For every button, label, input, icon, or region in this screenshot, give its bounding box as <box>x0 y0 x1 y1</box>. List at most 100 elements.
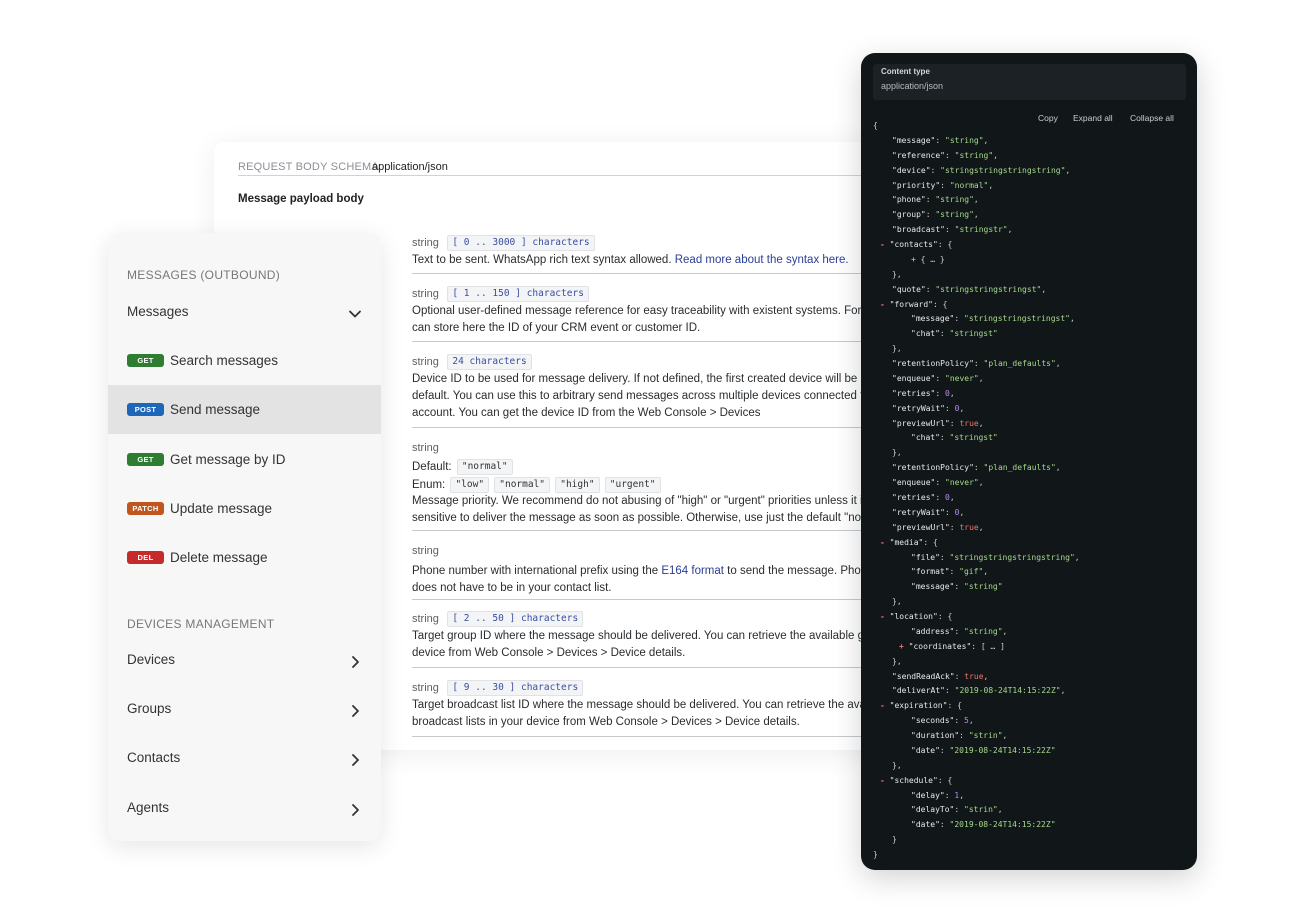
expand-toggle-icon[interactable]: + <box>899 642 909 651</box>
endpoint-label: Delete message <box>170 550 268 565</box>
json-line: "file": "stringstringstringstring", <box>911 552 1080 564</box>
json-colon: : <box>954 716 964 726</box>
json-key: "enqueue" <box>892 373 936 383</box>
json-comma: , <box>993 150 998 160</box>
payload-title: Message payload body <box>238 193 364 205</box>
description-line: does not have to be in your contact list… <box>412 582 612 594</box>
collapse-toggle-icon[interactable]: - <box>880 300 890 309</box>
collapse-toggle-icon[interactable]: - <box>880 240 890 249</box>
json-colon: : <box>939 329 950 339</box>
collapse-all-button[interactable]: Collapse all <box>1130 113 1174 123</box>
json-value: true <box>959 418 979 428</box>
endpoint-search-messages[interactable]: GET Search messages <box>108 336 381 385</box>
json-key: "message" <box>911 314 955 324</box>
json-value: { <box>947 775 953 785</box>
e164-format-link[interactable]: E164 format <box>661 565 724 577</box>
expand-all-button[interactable]: Expand all <box>1073 113 1113 123</box>
json-line: "previewUrl": true, <box>892 522 984 534</box>
json-colon: : <box>954 671 965 681</box>
chevron-right-icon <box>352 804 359 816</box>
collapse-toggle-icon[interactable]: - <box>880 776 890 785</box>
json-line[interactable]: - "contacts": { <box>880 239 952 251</box>
json-line[interactable]: - "forward": { <box>880 299 947 311</box>
sidebar-item-contacts[interactable]: Contacts <box>127 750 363 770</box>
json-colon: : <box>925 210 936 220</box>
json-line: "date": "2019-08-24T14:15:22Z" <box>911 819 1056 831</box>
json-line: "message": "stringstringstringst", <box>911 313 1075 325</box>
json-value: "strin" <box>968 731 1003 741</box>
json-value: { <box>933 537 938 547</box>
json-value: "never" <box>945 478 979 488</box>
json-comma: , <box>959 507 965 517</box>
endpoint-update-message[interactable]: PATCH Update message <box>108 484 381 533</box>
syntax-link[interactable]: Read more about the syntax here. <box>675 254 849 266</box>
chevron-down-icon <box>349 310 361 318</box>
json-colon: : <box>939 745 950 755</box>
json-line: } <box>873 849 878 861</box>
json-key: "retentionPolicy" <box>892 463 974 473</box>
json-punct: } <box>892 835 897 845</box>
sidebar-item-messages[interactable]: Messages <box>127 304 363 324</box>
json-value: "stringstringstringst" <box>964 314 1070 324</box>
sidebar-item-devices[interactable]: Devices <box>127 652 363 672</box>
json-key: "deliverAt" <box>892 686 945 696</box>
json-punct: } <box>873 850 878 860</box>
json-line[interactable]: - "location": { <box>880 611 952 623</box>
json-comma: , <box>1002 626 1008 636</box>
json-comma: , <box>1074 552 1080 562</box>
json-colon: : <box>944 403 955 413</box>
field-group: string [ 2 .. 50 ] characters Target gro… <box>412 610 932 668</box>
field-constraint: [ 0 .. 3000 ] characters <box>447 234 595 251</box>
json-colon: : <box>944 507 955 517</box>
json-colon: : <box>937 775 948 785</box>
enum-row: Enum: "low" "normal" "high" "urgent" <box>412 477 932 494</box>
collapse-toggle-icon[interactable]: - <box>880 701 890 710</box>
field-priority: string Default: "normal" Enum: "low" "no… <box>412 439 932 531</box>
json-colon: : <box>935 373 945 383</box>
json-line: { <box>873 120 878 132</box>
json-key: "retries" <box>892 388 936 398</box>
json-key: "forward" <box>889 299 933 309</box>
json-comma: , <box>1055 463 1061 473</box>
json-line: }, <box>892 596 902 608</box>
default-row: Default: "normal" <box>412 459 932 475</box>
json-value: "string" <box>964 626 1003 636</box>
method-badge: POST <box>127 403 164 416</box>
endpoint-delete-message[interactable]: DEL Delete message <box>108 533 381 582</box>
json-value: "stringst" <box>949 329 998 339</box>
sidebar-item-groups[interactable]: Groups <box>127 701 363 721</box>
copy-button[interactable]: Copy <box>1038 113 1058 123</box>
json-comma: , <box>978 373 984 383</box>
json-comma: , <box>978 418 984 428</box>
json-value: "plan_defaults" <box>983 359 1056 369</box>
json-line[interactable]: - "expiration": { <box>880 700 962 712</box>
json-line[interactable]: + "coordinates": [ … ] <box>899 641 1005 653</box>
json-comma: , <box>983 671 989 681</box>
json-key: "device" <box>892 165 931 175</box>
json-value: { <box>947 240 953 250</box>
collapse-toggle-icon[interactable]: - <box>880 612 890 621</box>
field-constraint: [ 2 .. 50 ] characters <box>447 610 584 627</box>
collapse-toggle-icon[interactable]: - <box>880 538 890 547</box>
json-line[interactable]: - "media": { <box>880 537 938 549</box>
field-type: string <box>412 287 439 300</box>
json-key: "group" <box>892 210 926 220</box>
description-text: Text to be sent. WhatsApp rich text synt… <box>412 254 675 266</box>
json-colon: : <box>939 820 950 830</box>
json-comma: , <box>1065 165 1071 175</box>
endpoint-get-message-by-id[interactable]: GET Get message by ID <box>108 435 381 484</box>
description-line: can store here the ID of your CRM event … <box>412 322 701 334</box>
json-line: "group": "string", <box>892 209 979 221</box>
endpoint-send-message[interactable]: POST Send message <box>108 385 381 434</box>
json-value: true <box>959 522 979 532</box>
field-reference: string [ 1 .. 150 ] characters Optional … <box>412 285 932 342</box>
sidebar-item-agents[interactable]: Agents <box>127 800 363 820</box>
field-broadcast: string [ 9 .. 30 ] characters Target bro… <box>412 679 932 737</box>
json-comma: , <box>949 388 955 398</box>
enum-value: "urgent" <box>604 477 661 494</box>
json-line[interactable]: - "schedule": { <box>880 775 952 787</box>
json-value: true <box>964 671 984 681</box>
json-key: "media" <box>889 537 924 547</box>
json-colon: : <box>973 463 984 473</box>
json-comma: , <box>978 478 984 488</box>
